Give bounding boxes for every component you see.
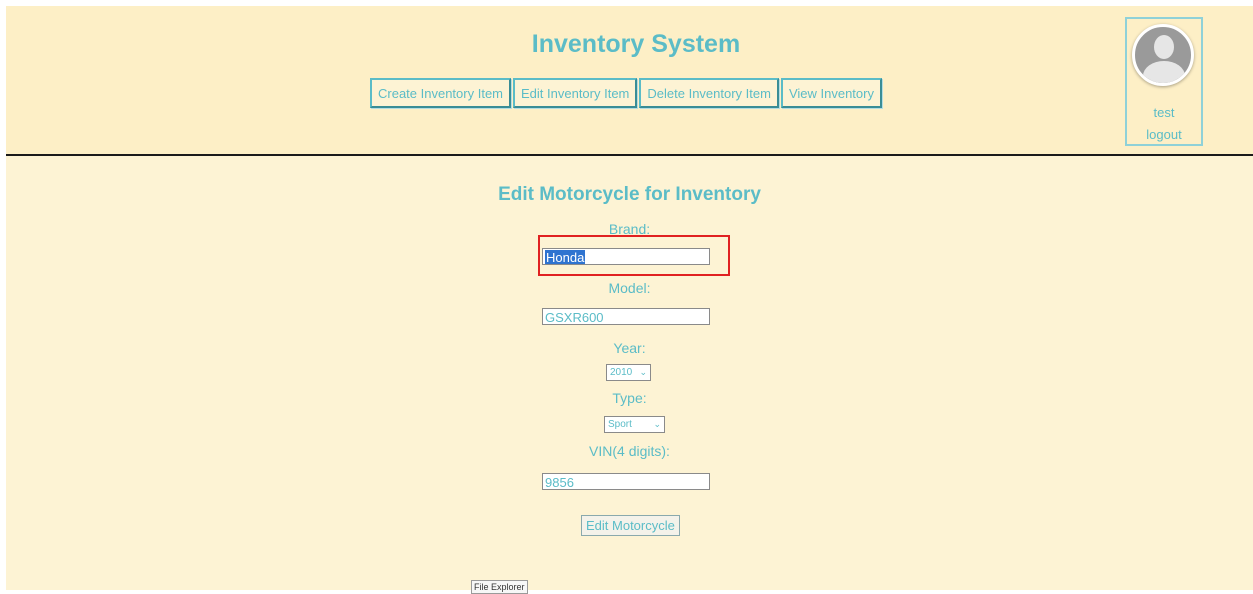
page-frame: Inventory System Create Inventory Item E… — [6, 6, 1253, 594]
user-avatar-icon — [1132, 24, 1194, 86]
chevron-down-icon: ⌄ — [639, 367, 647, 377]
year-select[interactable]: 2010 ⌄ — [606, 364, 651, 381]
user-name: test — [1153, 105, 1175, 120]
brand-input-value: Honda — [545, 250, 586, 265]
delete-inventory-item-button[interactable]: Delete Inventory Item — [639, 78, 779, 108]
file-explorer-tooltip: File Explorer — [471, 580, 528, 594]
year-select-value: 2010 — [610, 367, 633, 378]
view-inventory-button[interactable]: View Inventory — [780, 78, 882, 108]
create-inventory-item-button[interactable]: Create Inventory Item — [370, 78, 511, 108]
vin-input[interactable]: 9856 — [542, 473, 710, 490]
year-label: Year: — [613, 340, 646, 356]
edit-motorcycle-button[interactable]: Edit Motorcycle — [581, 515, 680, 536]
vin-label: VIN(4 digits): — [589, 443, 670, 459]
vin-input-value: 9856 — [545, 475, 574, 490]
type-select[interactable]: Sport ⌄ — [604, 416, 665, 433]
edit-inventory-item-button[interactable]: Edit Inventory Item — [513, 78, 638, 108]
model-input-value: GSXR600 — [545, 310, 604, 325]
user-panel: test logout — [1125, 17, 1203, 146]
logout-link[interactable]: logout — [1127, 127, 1201, 142]
chevron-down-icon: ⌄ — [653, 419, 661, 429]
model-label: Model: — [608, 280, 651, 296]
form-title: Edit Motorcycle for Inventory — [498, 184, 761, 205]
app-title: Inventory System — [531, 30, 741, 58]
type-select-value: Sport — [608, 419, 632, 430]
type-label: Type: — [612, 390, 647, 406]
nav-bar: Create Inventory Item Edit Inventory Ite… — [370, 78, 882, 112]
brand-input[interactable]: Honda — [542, 248, 710, 265]
model-input[interactable]: GSXR600 — [542, 308, 710, 325]
header: Inventory System Create Inventory Item E… — [6, 6, 1253, 156]
